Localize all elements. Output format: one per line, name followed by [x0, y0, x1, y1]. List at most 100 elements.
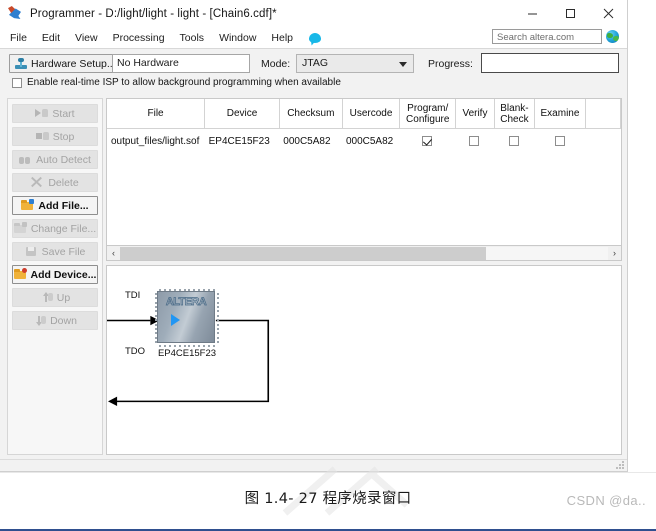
auto-detect-button-label: Auto Detect — [36, 153, 91, 166]
menu-item-file[interactable]: File — [9, 31, 28, 45]
move-down-button[interactable]: Down — [12, 311, 98, 330]
cell-file: output_files/light.sof — [111, 135, 200, 147]
chip-device-label: EP4CE15F23 — [157, 348, 217, 359]
chevron-left-icon[interactable]: ‹ — [107, 247, 120, 260]
move-up-button-label: Up — [56, 291, 71, 304]
column-header-extra[interactable] — [586, 99, 621, 128]
resize-grip[interactable] — [616, 461, 625, 470]
table-header-row: File Device Checksum Usercode Program/ C… — [107, 99, 621, 129]
scrollbar-track[interactable] — [120, 246, 608, 260]
menu-item-view[interactable]: View — [74, 31, 99, 45]
chevron-right-icon[interactable]: › — [608, 247, 621, 260]
stop-button[interactable]: Stop — [12, 127, 98, 146]
move-up-button[interactable]: Up — [12, 288, 98, 307]
jtag-chain-panel[interactable]: TDI TDO ALTERA EP4CE15F23 — [106, 265, 622, 455]
fpga-chip[interactable]: ALTERA — [155, 289, 219, 347]
main-body: Start Stop Auto Detect Delete Add File..… — [0, 94, 627, 459]
menu-item-processing[interactable]: Processing — [112, 31, 166, 45]
arrow-down-icon — [33, 315, 47, 326]
column-header-device[interactable]: Device — [205, 99, 280, 128]
menu-item-edit[interactable]: Edit — [41, 31, 61, 45]
altera-programmer-icon — [8, 6, 23, 21]
right-column: File Device Checksum Usercode Program/ C… — [106, 98, 622, 455]
globe-icon[interactable] — [606, 30, 619, 43]
menu-item-help[interactable]: Help — [270, 31, 294, 45]
search-area: Search altera.com — [492, 29, 619, 44]
add-device-button[interactable]: Add Device... — [12, 265, 98, 284]
stop-icon — [35, 131, 49, 142]
hardware-setup-button[interactable]: Hardware Setup... — [9, 54, 122, 73]
column-header-verify[interactable]: Verify — [456, 99, 495, 128]
cell-verify[interactable] — [455, 129, 494, 153]
altera-logo-text: ALTERA — [165, 296, 208, 309]
blank-check-checkbox[interactable] — [509, 136, 520, 146]
cell-usercode: 000C5A82 — [345, 135, 394, 147]
scrollbar-thumb[interactable] — [120, 246, 486, 260]
window-title: Programmer - D:/light/light - light - [C… — [30, 7, 277, 20]
column-header-checksum[interactable]: Checksum — [280, 99, 343, 128]
folder-change-icon — [13, 222, 27, 234]
cell-examine[interactable] — [535, 129, 586, 153]
mode-value: JTAG — [302, 57, 329, 69]
altera-triangle-icon — [171, 314, 180, 326]
blank-header-line2: Check — [500, 113, 529, 125]
column-header-usercode[interactable]: Usercode — [343, 99, 401, 128]
add-file-button-label: Add File... — [38, 199, 89, 212]
cell-program-configure[interactable] — [400, 129, 456, 153]
chevron-down-icon — [399, 62, 407, 67]
isp-checkbox[interactable] — [12, 77, 22, 88]
search-input[interactable]: Search altera.com — [492, 29, 602, 44]
progress-label: Progress: — [428, 58, 473, 70]
device-table-panel: File Device Checksum Usercode Program/ C… — [106, 98, 622, 246]
mode-dropdown[interactable]: JTAG — [296, 54, 414, 73]
change-file-button-label: Change File... — [30, 222, 97, 235]
menu-item-window[interactable]: Window — [218, 31, 257, 45]
column-header-blank-check[interactable]: Blank- Check — [495, 99, 536, 128]
table-row[interactable]: output_files/light.sof EP4CE15F23 000C5A… — [107, 129, 621, 153]
add-file-button[interactable]: Add File... — [12, 196, 98, 215]
hardware-chip-icon — [15, 57, 27, 70]
cell-blank-check[interactable] — [494, 129, 535, 153]
folder-add-icon — [21, 199, 35, 211]
progress-bar — [481, 53, 619, 73]
column-header-examine[interactable]: Examine — [535, 99, 586, 128]
program-header-line1: Program/ — [407, 102, 449, 114]
menu-item-tools[interactable]: Tools — [179, 31, 206, 45]
csdn-watermark: CSDN @da.. — [566, 493, 646, 508]
delete-x-icon — [31, 176, 44, 188]
change-file-button[interactable]: Change File... — [12, 219, 98, 238]
speech-bubble-icon[interactable] — [309, 32, 322, 43]
table-horizontal-scrollbar[interactable]: ‹ › — [106, 246, 622, 261]
save-file-button[interactable]: Save File — [12, 242, 98, 261]
binoculars-icon — [19, 154, 32, 165]
hardware-setup-label: Hardware Setup... — [31, 57, 116, 70]
examine-checkbox[interactable] — [554, 136, 565, 146]
program-header-line2: Configure — [406, 113, 450, 125]
program-configure-checkbox[interactable] — [421, 136, 432, 146]
isp-checkbox-label: Enable real-time ISP to allow background… — [27, 77, 341, 88]
isp-checkbox-row[interactable]: Enable real-time ISP to allow background… — [12, 77, 341, 88]
arrow-up-icon — [40, 292, 53, 303]
mode-label: Mode: — [261, 58, 291, 70]
cell-checksum: 000C5A82 — [283, 135, 331, 147]
figure-caption-area: 图 1.4- 27 程序烧录窗口 CSDN @da.. — [0, 466, 656, 531]
cell-extra — [586, 129, 621, 153]
column-header-program-configure[interactable]: Program/ Configure — [400, 99, 457, 128]
move-down-button-label: Down — [50, 314, 77, 327]
hardware-toolbar: Hardware Setup... No Hardware Mode: JTAG… — [0, 48, 627, 96]
play-icon — [35, 108, 49, 119]
delete-button[interactable]: Delete — [12, 173, 98, 192]
close-icon[interactable] — [589, 0, 627, 27]
start-button[interactable]: Start — [12, 104, 98, 123]
maximize-icon[interactable] — [551, 0, 589, 27]
title-bar: Programmer - D:/light/light - light - [C… — [0, 0, 627, 27]
verify-checkbox[interactable] — [469, 136, 480, 146]
stop-button-label: Stop — [52, 130, 75, 143]
auto-detect-button[interactable]: Auto Detect — [12, 150, 98, 169]
delete-button-label: Delete — [48, 176, 79, 189]
column-header-file[interactable]: File — [107, 99, 206, 128]
start-button-label: Start — [52, 107, 75, 120]
minimize-icon[interactable] — [513, 0, 551, 27]
save-disk-icon — [25, 246, 38, 257]
cell-device: EP4CE15F23 — [208, 135, 270, 147]
